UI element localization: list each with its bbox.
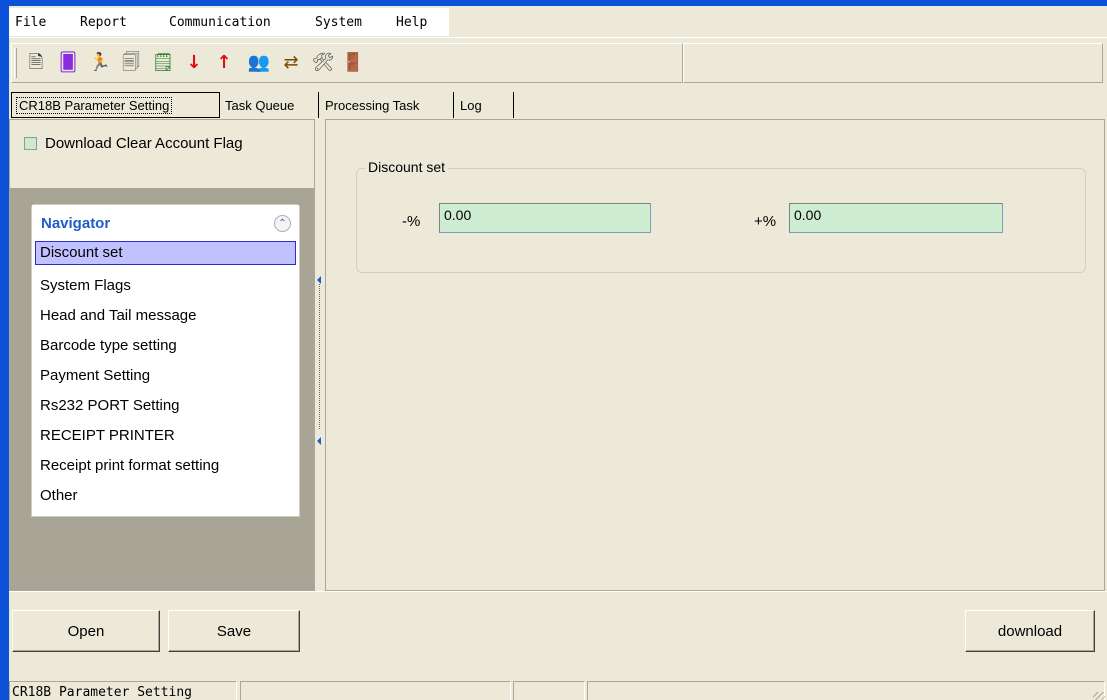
upload-arrow-icon[interactable]: ↑ — [212, 50, 236, 76]
content-panel: Discount set -% 0.00 +% 0.00 — [325, 119, 1105, 591]
nav-item-rs232-port[interactable]: Rs232 PORT Setting — [32, 391, 299, 421]
navigator-title: Navigator — [41, 214, 111, 232]
status-bar: CR18B Parameter Setting — [9, 679, 1107, 700]
exit-door-icon[interactable]: 🚪 — [341, 50, 365, 76]
runner-icon[interactable]: 🏃 — [88, 50, 112, 76]
tools-icon[interactable]: 🛠 — [311, 50, 335, 76]
open-button[interactable]: Open — [12, 610, 160, 652]
tab-cr18b-parameter-setting[interactable]: CR18B Parameter Setting — [11, 92, 220, 118]
transfer-icon[interactable]: ⇄ — [279, 50, 303, 76]
open-document-icon[interactable]: 🗒 — [151, 50, 175, 76]
nav-item-discount-set[interactable]: Discount set — [35, 241, 296, 265]
menu-report[interactable]: Report — [80, 15, 127, 30]
tab-log[interactable]: Log — [455, 92, 514, 118]
button-bar: Open Save download — [9, 591, 1107, 656]
tab-processing-task[interactable]: Processing Task — [320, 92, 454, 118]
clear-account-flag-row[interactable]: Download Clear Account Flag — [24, 135, 243, 152]
navigator-panel: Navigator ⌃ Discount set System Flags He… — [31, 204, 300, 517]
nav-item-barcode-type[interactable]: Barcode type setting — [32, 331, 299, 361]
collapse-left-icon[interactable] — [317, 276, 321, 284]
status-pane-3 — [513, 681, 585, 700]
nav-item-receipt-format[interactable]: Receipt print format setting — [32, 451, 299, 481]
discount-group: Discount set -% 0.00 +% 0.00 — [356, 159, 1086, 273]
nav-item-payment-setting[interactable]: Payment Setting — [32, 361, 299, 391]
resize-grip[interactable] — [1093, 692, 1105, 700]
plus-percent-label: +% — [754, 213, 777, 230]
splitter-grip[interactable] — [319, 284, 321, 429]
plus-percent-input[interactable]: 0.00 — [789, 203, 1003, 233]
panel-splitter[interactable] — [315, 119, 325, 591]
status-pane-2 — [240, 681, 511, 700]
menu-system[interactable]: System — [315, 15, 362, 30]
nav-item-receipt-printer[interactable]: RECEIPT PRINTER — [32, 421, 299, 451]
clear-account-flag-checkbox[interactable] — [24, 137, 37, 150]
new-document-icon[interactable]: 🗎 — [24, 50, 48, 76]
menu-file[interactable]: File — [15, 15, 46, 30]
tab-label: Log — [460, 97, 482, 113]
toolbar: 🗎 🂠 🏃 🗐 🗒 ↓ ↑ 👥 ⇄ 🛠 🚪 — [11, 43, 683, 83]
download-button[interactable]: download — [965, 610, 1095, 652]
users-icon[interactable]: 👥 — [247, 50, 271, 76]
tab-task-queue[interactable]: Task Queue — [220, 92, 319, 118]
tab-label: Task Queue — [225, 97, 295, 113]
nav-item-system-flags[interactable]: System Flags — [32, 271, 299, 301]
menu-bar: File Report Communication System Help — [9, 6, 1107, 38]
left-panel: Download Clear Account Flag Navigator ⌃ … — [9, 119, 315, 591]
save-button[interactable]: Save — [168, 610, 300, 652]
main-window: File Report Communication System Help 🗎 … — [9, 6, 1107, 700]
discount-group-title: Discount set — [365, 159, 449, 175]
menu-communication[interactable]: Communication — [169, 15, 271, 30]
tab-label: Processing Task — [325, 97, 420, 113]
clear-account-flag-label: Download Clear Account Flag — [45, 135, 243, 152]
toolbar-grip[interactable] — [14, 48, 17, 78]
status-pane-4 — [587, 681, 1105, 700]
status-pane-module: CR18B Parameter Setting — [9, 681, 237, 700]
toolbar-extension — [683, 43, 1103, 83]
chevron-up-icon[interactable]: ⌃ — [274, 214, 291, 232]
minus-percent-label: -% — [402, 213, 421, 230]
navigator-header[interactable]: Navigator ⌃ — [32, 205, 299, 241]
minus-percent-input[interactable]: 0.00 — [439, 203, 651, 233]
tab-strip: CR18B Parameter Setting Task Queue Proce… — [9, 92, 1107, 118]
nav-item-head-tail-message[interactable]: Head and Tail message — [32, 301, 299, 331]
menu-panel: File Report Communication System Help — [9, 8, 449, 36]
download-arrow-icon[interactable]: ↓ — [182, 50, 206, 76]
left-options: Download Clear Account Flag — [10, 120, 314, 188]
copy-document-icon[interactable]: 🗐 — [119, 50, 143, 76]
collapse-left-icon[interactable] — [317, 437, 321, 445]
cards-icon[interactable]: 🂠 — [56, 50, 80, 76]
tab-label: CR18B Parameter Setting — [15, 96, 173, 114]
nav-item-other[interactable]: Other — [32, 481, 299, 511]
menu-help[interactable]: Help — [396, 15, 427, 30]
